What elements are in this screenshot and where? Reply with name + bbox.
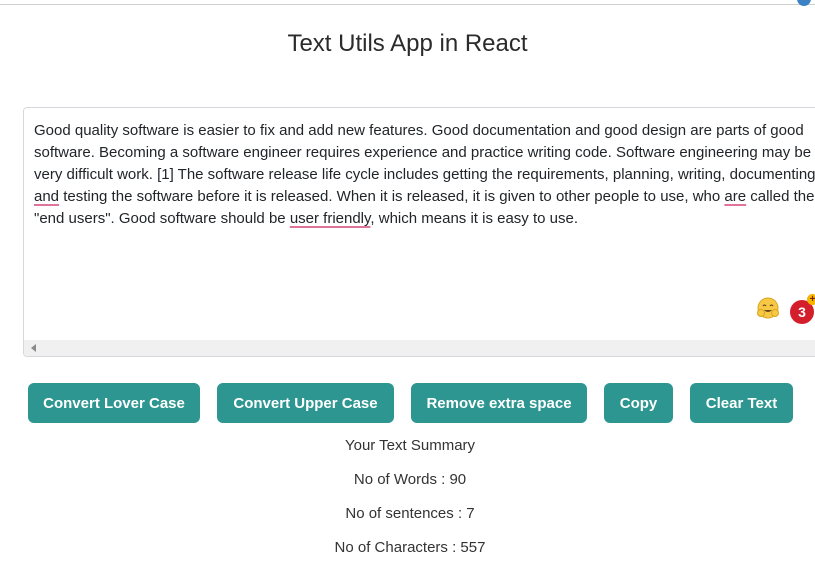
scroll-left-icon[interactable] (31, 344, 36, 352)
badge-plus-icon: + (807, 294, 815, 305)
convert-lower-case-button[interactable]: Convert Lover Case (28, 383, 200, 423)
profile-icon[interactable] (797, 0, 811, 6)
copy-button[interactable]: Copy (604, 383, 673, 423)
text-segment: testing the software before it is releas… (59, 188, 725, 205)
sentence-count: No of sentences : 7 (345, 505, 475, 522)
top-divider (0, 4, 815, 5)
word-count: No of Words : 90 (353, 471, 467, 488)
remove-extra-space-button[interactable]: Remove extra space (411, 383, 587, 423)
clear-text-button[interactable]: Clear Text (690, 383, 793, 423)
hugging-face-emoji-icon[interactable] (756, 296, 780, 320)
text-segment: Good quality software is easier to fix a… (34, 122, 815, 183)
convert-upper-case-button[interactable]: Convert Upper Case (217, 383, 394, 423)
spellcheck-word[interactable]: and (34, 188, 59, 205)
summary-heading: Your Text Summary (344, 437, 476, 454)
spellcheck-word[interactable]: user friendly (290, 210, 371, 227)
character-count: No of Characters : 557 (334, 539, 486, 556)
text-input-area[interactable]: Good quality software is easier to fix a… (23, 107, 815, 357)
text-content[interactable]: Good quality software is easier to fix a… (34, 120, 815, 230)
text-segment: , which means it is easy to use. (370, 210, 578, 227)
spellcheck-word[interactable]: are (724, 188, 746, 205)
horizontal-scrollbar[interactable] (24, 340, 815, 356)
page-title: Text Utils App in React (287, 30, 528, 57)
